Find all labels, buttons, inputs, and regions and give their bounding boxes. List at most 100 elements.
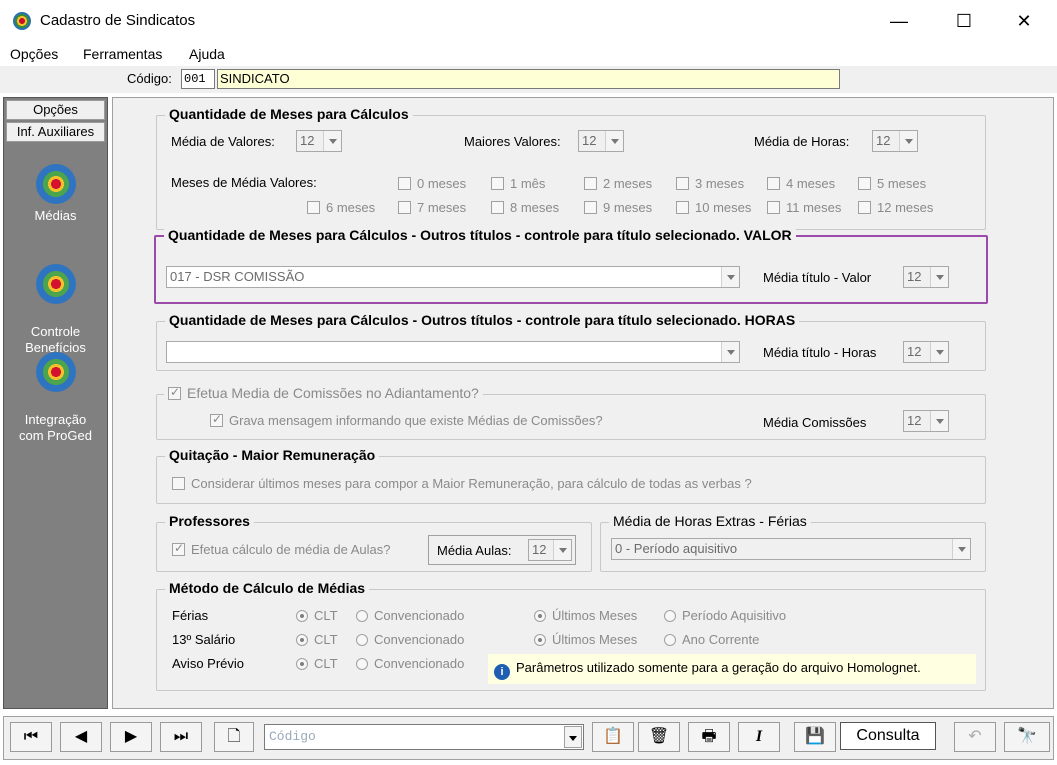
- media-aulas-checkbox[interactable]: Efetua cálculo de média de Aulas?: [172, 541, 390, 557]
- union-name-field[interactable]: SINDICATO: [217, 69, 840, 89]
- first-record-button[interactable]: ⏮: [10, 722, 52, 752]
- metodo-radio-b[interactable]: Convencionado: [356, 608, 464, 623]
- code-bar: Código: 001 SINDICATO: [0, 66, 1057, 93]
- metodo-row-label: Férias: [172, 608, 209, 623]
- new-record-button[interactable]: 🗋: [214, 722, 254, 752]
- beneficios-icon: [35, 264, 76, 304]
- sidebar-item-integracao-proged[interactable]: Integração com ProGed: [4, 336, 107, 444]
- radio-icon: [296, 634, 308, 646]
- code-number-field[interactable]: 001: [181, 69, 215, 89]
- tab-inf-auxiliares[interactable]: Inf. Auxiliares: [6, 122, 105, 142]
- media-horas-select[interactable]: 12: [872, 130, 918, 152]
- radio-icon: [534, 634, 546, 646]
- sidebar-item-label: Médias: [34, 208, 77, 223]
- meses-checkbox[interactable]: 11 meses: [767, 200, 841, 215]
- chevron-down-icon: [721, 267, 739, 287]
- record-search-combo[interactable]: Código: [264, 724, 584, 750]
- meses-checkbox[interactable]: 2 meses: [584, 176, 652, 191]
- undo-button[interactable]: ↶: [954, 722, 996, 752]
- horas-extras-select[interactable]: 0 - Período aquisitivo: [611, 538, 971, 560]
- checkbox-icon: [172, 541, 185, 556]
- media-valores-select[interactable]: 12: [296, 130, 342, 152]
- edit-button[interactable]: 📋: [592, 722, 634, 752]
- checkbox-icon: [676, 201, 689, 214]
- titulo-valor-select[interactable]: 017 - DSR COMISSÃO: [166, 266, 740, 288]
- media-titulo-valor-label: Média título - Valor: [763, 270, 872, 285]
- radio-icon: [356, 634, 368, 646]
- delete-button[interactable]: 🗑: [638, 722, 680, 752]
- radio-icon: [296, 658, 308, 670]
- metodo-radio-a[interactable]: CLT: [296, 656, 338, 671]
- menu-ferramentas[interactable]: Ferramentas: [83, 46, 162, 62]
- group-title: Quantidade de Meses para Cálculos - Outr…: [164, 227, 796, 243]
- menu-ajuda[interactable]: Ajuda: [189, 46, 225, 62]
- chevron-down-icon: [605, 131, 623, 151]
- media-aulas-select[interactable]: 12: [528, 539, 572, 561]
- meses-checkbox[interactable]: 6 meses: [307, 200, 375, 215]
- meses-checkbox[interactable]: 0 meses: [398, 176, 466, 191]
- save-button[interactable]: 💾: [794, 722, 836, 752]
- media-valores-label: Média de Valores:: [171, 134, 275, 149]
- metodo-radio-c[interactable]: Últimos Meses: [534, 632, 637, 647]
- grava-mensagem-checkbox[interactable]: Grava mensagem informando que existe Méd…: [210, 412, 603, 428]
- meses-checkbox[interactable]: 3 meses: [676, 176, 744, 191]
- metodo-radio-b[interactable]: Convencionado: [356, 632, 464, 647]
- metodo-radio-d[interactable]: Ano Corrente: [664, 632, 759, 647]
- metodo-row-label: 13º Salário: [172, 632, 236, 647]
- meses-checkbox[interactable]: 4 meses: [767, 176, 835, 191]
- checkbox-icon: [491, 201, 504, 214]
- minimize-button[interactable]: —: [876, 6, 922, 36]
- sidebar-item-medias[interactable]: Médias: [4, 164, 107, 224]
- meses-checkbox[interactable]: 10 meses: [676, 200, 751, 215]
- checkbox-icon: [767, 201, 780, 214]
- metodo-radio-b[interactable]: Convencionado: [356, 656, 464, 671]
- media-comissoes-select[interactable]: 12: [903, 410, 949, 432]
- info-icon: i: [494, 664, 510, 680]
- considerar-ultimos-meses-checkbox[interactable]: Considerar últimos meses para compor a M…: [172, 476, 752, 491]
- next-record-button[interactable]: ▶: [110, 722, 152, 752]
- meses-checkbox[interactable]: 9 meses: [584, 200, 652, 215]
- checkbox-icon: [491, 177, 504, 190]
- meses-checkbox[interactable]: 8 meses: [491, 200, 559, 215]
- maiores-valores-select[interactable]: 12: [578, 130, 624, 152]
- metodo-radio-a[interactable]: CLT: [296, 608, 338, 623]
- meses-checkbox[interactable]: 5 meses: [858, 176, 926, 191]
- metodo-radio-c[interactable]: Últimos Meses: [534, 608, 637, 623]
- meses-media-label: Meses de Média Valores:: [171, 175, 317, 190]
- titulo-horas-select[interactable]: [166, 341, 740, 363]
- meses-checkbox[interactable]: 12 meses: [858, 200, 933, 215]
- efetua-comissoes-checkbox[interactable]: Efetua Media de Comissões no Adiantament…: [164, 385, 483, 401]
- tab-opcoes[interactable]: Opções: [6, 100, 105, 120]
- media-titulo-horas-select[interactable]: 12: [903, 341, 949, 363]
- group-title: Professores: [165, 513, 254, 529]
- homolognet-info: i Parâmetros utilizado somente para a ger…: [488, 654, 976, 684]
- close-button[interactable]: ✕: [1001, 6, 1047, 36]
- checkbox-icon: [676, 177, 689, 190]
- binoculars-icon[interactable]: 🔭: [1004, 722, 1050, 752]
- chevron-down-icon: [899, 131, 917, 151]
- chevron-down-icon: [930, 267, 948, 287]
- app-icon: [13, 12, 31, 30]
- checkbox-icon: [172, 477, 185, 490]
- previous-record-button[interactable]: ◀: [60, 722, 102, 752]
- group-title: Quantidade de Meses para Cálculos: [165, 106, 413, 122]
- last-record-button[interactable]: ⏭: [160, 722, 202, 752]
- meses-checkbox[interactable]: 7 meses: [398, 200, 466, 215]
- checkbox-icon: [584, 177, 597, 190]
- metodo-radio-d[interactable]: Período Aquisitivo: [664, 608, 786, 623]
- chevron-down-icon: [930, 411, 948, 431]
- group-title: Quitação - Maior Remuneração: [165, 447, 380, 463]
- maximize-button[interactable]: ☐: [941, 6, 987, 36]
- media-titulo-valor-select[interactable]: 12: [903, 266, 949, 288]
- print-button[interactable]: 🖶: [688, 722, 730, 752]
- italic-button[interactable]: I: [738, 722, 780, 752]
- consulta-button[interactable]: Consulta: [840, 722, 936, 750]
- media-comissoes-label: Média Comissões: [763, 415, 867, 430]
- media-horas-label: Média de Horas:: [754, 134, 850, 149]
- meses-checkbox[interactable]: 1 mês: [491, 176, 545, 191]
- radio-icon: [664, 610, 676, 622]
- menu-opcoes[interactable]: Opções: [10, 46, 58, 62]
- metodo-radio-a[interactable]: CLT: [296, 632, 338, 647]
- sidebar: Opções Inf. Auxiliares Médias Controle B…: [3, 97, 108, 709]
- radio-icon: [534, 610, 546, 622]
